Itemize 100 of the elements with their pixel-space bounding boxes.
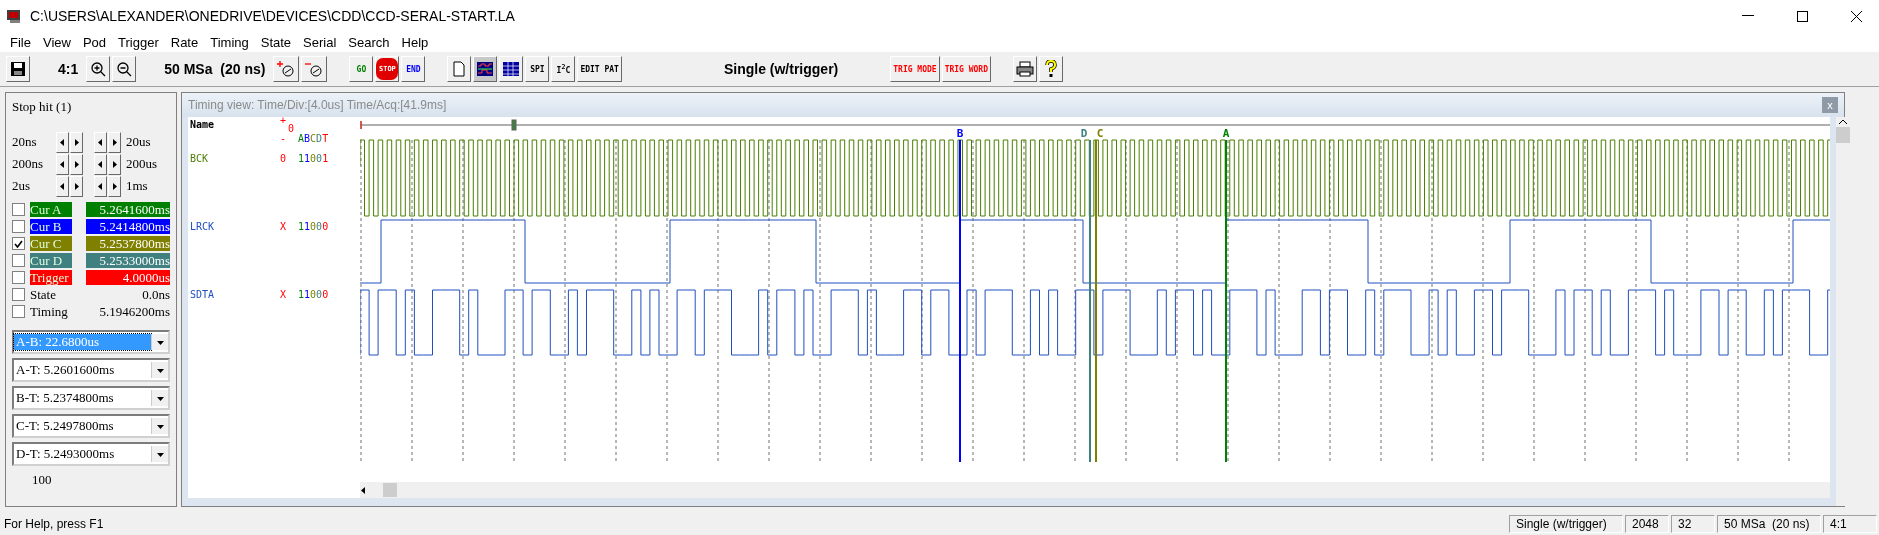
toolbar-button[interactable] xyxy=(473,56,498,82)
add-cursor-icon xyxy=(276,60,297,78)
cursor-value: 5.2533000ms xyxy=(86,253,170,268)
cursor-columns-header: ABCDT xyxy=(298,133,329,144)
left-arrow-icon xyxy=(97,182,104,190)
channel-state: X xyxy=(280,289,287,300)
toolbar-button[interactable] xyxy=(86,56,111,82)
step-right-button[interactable] xyxy=(70,153,83,175)
step-label: 200ns xyxy=(12,156,45,172)
close-icon xyxy=(1850,10,1862,22)
menu-item[interactable]: Help xyxy=(395,34,435,50)
vertical-scrollbar[interactable] xyxy=(1836,117,1850,506)
column-header: Name xyxy=(190,119,215,130)
toolbar-button[interactable]: GO xyxy=(349,56,374,82)
channel-state: 0 xyxy=(280,153,287,164)
toolbar-button[interactable]: SPI xyxy=(525,56,550,82)
checkbox[interactable] xyxy=(12,271,25,284)
toolbar-button[interactable] xyxy=(6,56,30,82)
step-left-button[interactable] xyxy=(56,153,69,175)
sample-count: 100 xyxy=(32,472,53,488)
app-icon xyxy=(6,8,22,24)
checkbox[interactable] xyxy=(12,237,25,250)
right-arrow-icon xyxy=(73,182,80,190)
step-left-button[interactable] xyxy=(56,131,69,153)
checkbox[interactable] xyxy=(12,254,25,267)
toolbar-button[interactable] xyxy=(273,56,300,82)
checkbox[interactable] xyxy=(12,220,25,233)
zoom-in-icon xyxy=(90,61,107,77)
toolbar-button[interactable] xyxy=(499,56,524,82)
step-label: 1ms xyxy=(125,178,149,194)
status-pane: 32 xyxy=(1671,515,1715,533)
menu-item[interactable]: Trigger xyxy=(112,34,165,50)
toolbar-button[interactable]: TRIG WORD xyxy=(941,56,991,82)
cursor-value: 5.2641600ms xyxy=(86,202,170,217)
horizontal-scrollbar[interactable] xyxy=(360,482,1830,498)
step-right-button[interactable] xyxy=(70,131,83,153)
step-label: 20us xyxy=(125,134,152,150)
toolbar-button[interactable]: END xyxy=(401,56,426,82)
channel-bits: 11000 xyxy=(298,289,329,300)
window-title: C:\USERS\ALEXANDER\ONEDRIVE\DEVICES\CDD\CCD-SERAL-START.LA xyxy=(30,8,516,24)
toolbar-label: 50 MSa (20 ns) xyxy=(163,61,267,77)
step-right-button[interactable] xyxy=(108,131,121,153)
step-left-button[interactable] xyxy=(94,131,107,153)
menu-item[interactable]: State xyxy=(254,34,298,50)
delta-dropdown[interactable]: D-T: 5.2493000ms xyxy=(12,442,170,466)
step-label: 2us xyxy=(12,178,32,194)
down-arrow-icon xyxy=(156,422,164,430)
cursor-value: 5.1946200ms xyxy=(98,304,170,319)
scroll-thumb[interactable] xyxy=(383,483,397,497)
toolbar-button[interactable] xyxy=(1039,56,1063,82)
maximize-icon xyxy=(1796,10,1808,22)
cursor-label: Cur A xyxy=(30,202,72,217)
step-left-button[interactable] xyxy=(94,153,107,175)
blank-page-icon xyxy=(452,61,467,77)
help-icon xyxy=(1045,60,1057,78)
plus-sign: + xyxy=(280,115,287,126)
cursor-label: Timing xyxy=(30,304,69,319)
toolbar-label: 4:1 xyxy=(57,61,80,77)
channel-name: BCK xyxy=(190,153,209,164)
panel-title: Timing view: Time/Div:[4.0us] Time/Acq:[41.9ms] xyxy=(188,98,448,112)
scroll-thumb[interactable] xyxy=(1836,127,1850,143)
toolbar-button[interactable] xyxy=(1013,56,1037,82)
checkbox[interactable] xyxy=(12,203,25,216)
menu-item[interactable]: Serial xyxy=(297,34,343,50)
toolbar-button[interactable]: TRIG MODE xyxy=(890,56,940,82)
cursor-value: 4.0000us xyxy=(86,270,170,285)
status-pane: 50 MSa (20 ns) xyxy=(1717,515,1821,533)
remove-cursor-icon xyxy=(304,60,325,78)
left-arrow-icon xyxy=(97,138,104,146)
menu-item[interactable]: Pod xyxy=(76,34,113,50)
down-arrow-icon xyxy=(156,338,164,346)
menu-item[interactable]: Search xyxy=(342,34,396,50)
table-view-icon xyxy=(502,61,521,77)
toolbar-button[interactable] xyxy=(112,56,137,82)
left-arrow-icon xyxy=(59,138,66,146)
toolbar-button[interactable]: I$^{2}$C xyxy=(551,56,576,82)
delta-dropdown[interactable]: C-T: 5.2497800ms xyxy=(12,414,170,438)
menu-item[interactable]: File xyxy=(4,34,37,50)
delta-dropdown[interactable]: A-T: 5.2601600ms xyxy=(12,358,170,382)
cursor-value: 0.0ns xyxy=(141,287,170,302)
step-right-button[interactable] xyxy=(108,175,121,197)
checkbox[interactable] xyxy=(12,305,25,318)
channel-name: SDTA xyxy=(190,289,215,300)
step-right-button[interactable] xyxy=(70,175,83,197)
down-arrow-icon xyxy=(156,394,164,402)
right-arrow-icon xyxy=(73,160,80,168)
down-arrow-icon xyxy=(156,450,164,458)
delta-dropdown[interactable]: B-T: 5.2374800ms xyxy=(12,386,170,410)
menu-item[interactable]: Timing xyxy=(204,34,255,50)
status-label: Stop hit (1) xyxy=(12,99,73,115)
printer-icon xyxy=(1016,61,1034,77)
step-left-button[interactable] xyxy=(56,175,69,197)
step-left-button[interactable] xyxy=(94,175,107,197)
checkbox[interactable] xyxy=(12,288,25,301)
menu-item[interactable]: View xyxy=(36,34,77,50)
cursor-label: State xyxy=(30,287,57,302)
toolbar-button[interactable]: EDIT PAT xyxy=(577,56,622,82)
toolbar-button[interactable] xyxy=(301,56,328,82)
step-right-button[interactable] xyxy=(108,153,121,175)
menu-item[interactable]: Rate xyxy=(164,34,205,50)
